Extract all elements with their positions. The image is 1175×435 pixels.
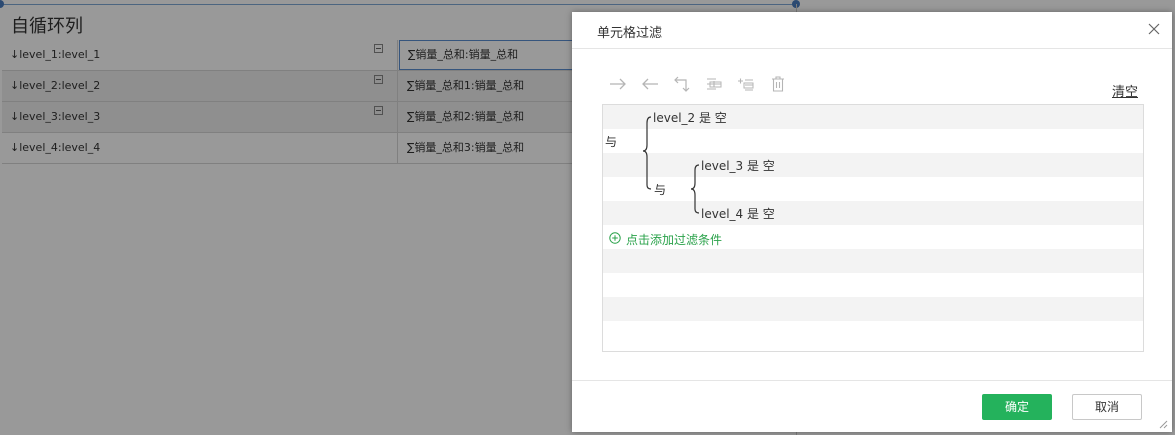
operator-and-nested[interactable]: 与 (654, 181, 666, 198)
cancel-button[interactable]: 取消 (1072, 394, 1142, 420)
brace-icon (642, 116, 652, 190)
operator-and-root[interactable]: 与 (605, 133, 617, 150)
condition-item[interactable]: level_2 是 空 (653, 109, 727, 126)
add-condition-label: 点击添加过滤条件 (626, 233, 723, 247)
row-stripe (603, 129, 1143, 153)
close-icon[interactable] (1148, 23, 1160, 35)
row-stripe (603, 321, 1143, 345)
outdent-arrow-icon[interactable] (640, 74, 660, 94)
row-stripe (603, 177, 1143, 201)
add-sibling-icon[interactable] (704, 74, 724, 94)
condition-tree: 与 level_2 是 空 与 level_3 是 空 level_4 是 空 … (602, 104, 1144, 352)
dialog-header: 单元格过滤 (572, 12, 1172, 49)
move-level-icon[interactable] (672, 74, 692, 94)
row-stripe (603, 201, 1143, 225)
add-child-icon[interactable] (736, 74, 756, 94)
row-stripe (603, 273, 1143, 297)
clear-link[interactable]: 清空 (1112, 81, 1138, 100)
condition-item[interactable]: level_3 是 空 (701, 157, 775, 174)
row-stripe (603, 153, 1143, 177)
confirm-button[interactable]: 确定 (982, 394, 1052, 420)
brace-icon (690, 164, 700, 214)
indent-arrow-icon[interactable] (608, 74, 628, 94)
plus-circle-icon (609, 232, 621, 244)
row-stripe (603, 249, 1143, 273)
dialog-title: 单元格过滤 (597, 26, 663, 41)
delete-icon[interactable] (768, 74, 788, 94)
cell-filter-dialog: 单元格过滤 清空 与 level_2 是 空 与 level_3 是 空 lev… (572, 12, 1172, 432)
resize-grip-icon[interactable] (1158, 419, 1168, 429)
row-stripe (603, 297, 1143, 321)
dialog-footer: 确定 取消 (572, 380, 1172, 433)
condition-item[interactable]: level_4 是 空 (701, 205, 775, 222)
